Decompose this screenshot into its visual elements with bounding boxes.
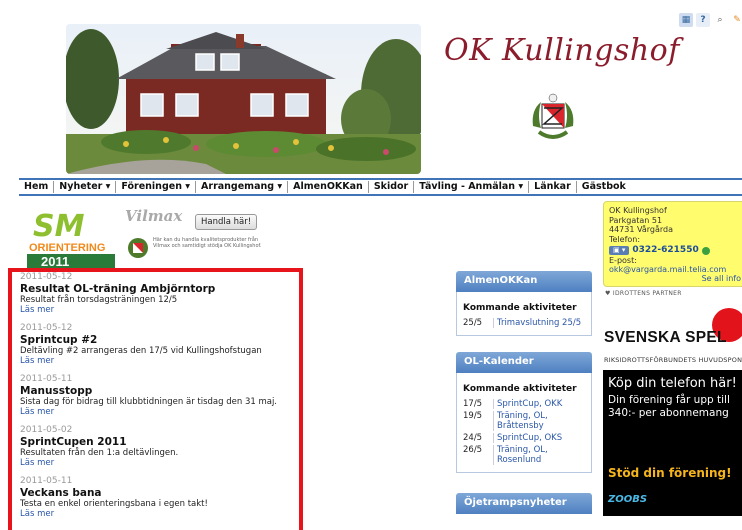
phone-ad-banner[interactable]: Köp din telefon här! Din förening får up…: [603, 370, 742, 516]
nav-item-lankar[interactable]: Länkar: [529, 181, 577, 193]
ol-calendar-widget: OL-Kalender Kommande aktiviteter 17/5 Sp…: [456, 352, 592, 473]
read-more-link[interactable]: Läs mer: [20, 356, 291, 367]
almen-widget: AlmenOKKan Kommande aktiviteter 25/5 Tri…: [456, 271, 592, 336]
news-desc: Testa en enkel orienteringsbana i egen t…: [20, 499, 208, 509]
nav-item-skidor[interactable]: Skidor: [369, 181, 415, 193]
main-nav: Hem Nyheter ▾ Föreningen ▾ Arrangemang ▾…: [19, 178, 742, 196]
news-desc: Resultat från torsdagsträningen 12/5: [20, 295, 178, 305]
partner-label: ♥ IDROTTENS PARTNER: [605, 290, 682, 297]
nav-item-almenokkan[interactable]: AlmenOKKan: [288, 181, 369, 193]
contact-street: Parkgatan 51: [609, 215, 663, 225]
activity-date: 26/5: [463, 445, 483, 455]
news-date: 2011-05-12: [20, 272, 73, 282]
header-photo: [66, 24, 421, 174]
utility-icons: ▦ ? ⌕ ✎: [679, 13, 742, 27]
ol-calendar-title[interactable]: OL-Kalender: [456, 352, 592, 373]
news-list: 2011-05-12 Resultat OL-träning Ambjörnto…: [8, 268, 303, 530]
read-more-link[interactable]: Läs mer: [20, 458, 291, 469]
read-more-link[interactable]: Läs mer: [20, 509, 291, 520]
riks-sponsor-text: RIKSIDROTTSFÖRBUNDETS HUVUDSPONSOR: [604, 356, 742, 364]
activity-row: 26/5 Träning, OL, Rosenlund: [463, 445, 585, 465]
ad-brand: ZOOBS: [608, 494, 648, 505]
news-item: 2011-05-12 Resultat OL-träning Ambjörnto…: [20, 272, 291, 316]
activity-link[interactable]: Träning, OL, Rosenlund: [493, 445, 585, 465]
nav-item-nyheter[interactable]: Nyheter ▾: [54, 181, 117, 193]
sitemap-icon[interactable]: ▦: [679, 13, 693, 27]
vilmax-brand: Vilmax: [125, 207, 183, 225]
activity-row: 17/5 SprintCup, OKK: [463, 399, 585, 409]
activity-date: 24/5: [463, 433, 483, 443]
activity-row: 19/5 Träning, OL, Bråttensby: [463, 411, 585, 431]
ad-subline: Din förening får upp till 340:- per abon…: [608, 394, 730, 419]
news-item: 2011-05-11 Manusstopp Sista dag för bidr…: [20, 374, 291, 418]
news-date: 2011-05-11: [20, 476, 73, 486]
see-all-info-link[interactable]: Se all info: [702, 274, 741, 284]
sm-text: SM: [33, 209, 85, 244]
activity-row: 24/5 SprintCup, OKS: [463, 433, 585, 443]
ojetramp-widget: Öjetrampsnyheter: [456, 493, 592, 514]
search-icon[interactable]: ⌕: [713, 13, 727, 27]
news-item: 2011-05-12 Sprintcup #2 Deltävling #2 ar…: [20, 323, 291, 367]
vilmax-club-icon: [127, 237, 149, 259]
news-date: 2011-05-12: [20, 323, 73, 333]
phone-row: ▣ ▾ 0322-621550: [609, 245, 710, 256]
news-item: 2011-05-11 Veckans bana Testa en enkel o…: [20, 476, 291, 520]
ol-calendar-body: Kommande aktiviteter 17/5 SprintCup, OKK…: [456, 373, 592, 473]
activity-row: 25/5 Trimavslutning 25/5: [463, 318, 585, 328]
news-item: 2011-05-02 SprintCupen 2011 Resultaten f…: [20, 425, 291, 469]
news-title[interactable]: Veckans bana: [20, 487, 291, 499]
almen-widget-body: Kommande aktiviteter 25/5 Trimavslutning…: [456, 292, 592, 336]
login-icon[interactable]: ✎: [730, 13, 742, 27]
svenska-spel-logo[interactable]: SVENSKA SPEL: [604, 302, 742, 350]
news-title[interactable]: Sprintcup #2: [20, 334, 291, 346]
ojetramp-widget-title[interactable]: Öjetrampsnyheter: [456, 493, 592, 514]
read-more-link[interactable]: Läs mer: [20, 407, 291, 418]
ad-headline: Köp din telefon här!: [608, 376, 737, 391]
call-icon[interactable]: [701, 246, 710, 255]
activity-date: 25/5: [463, 318, 483, 328]
svenska-spel-text: SVENSKA SPEL: [604, 329, 727, 346]
contact-phone-label: Telefon:: [609, 234, 641, 244]
almen-widget-subtitle: Kommande aktiviteter: [463, 303, 577, 313]
nav-item-foreningen[interactable]: Föreningen ▾: [116, 181, 197, 193]
nav-item-gastbok[interactable]: Gästbok: [577, 181, 631, 193]
contact-city: 44731 Vårgårda: [609, 225, 674, 234]
news-title[interactable]: Manusstopp: [20, 385, 291, 397]
activity-date: 19/5: [463, 411, 483, 421]
vilmax-banner[interactable]: Vilmax Handla här! Här kan du handla kva…: [123, 205, 265, 267]
contact-box: OK Kullingshof Parkgatan 51 44731 Vårgår…: [603, 201, 742, 287]
activity-link[interactable]: Trimavslutning 25/5: [493, 318, 581, 328]
site-title: OK Kullingshof: [444, 33, 680, 68]
almen-widget-title[interactable]: AlmenOKKan: [456, 271, 592, 292]
activity-link[interactable]: SprintCup, OKS: [493, 433, 562, 443]
news-date: 2011-05-11: [20, 374, 73, 384]
nav-item-tavling-anmalan[interactable]: Tävling - Anmälan ▾: [414, 181, 530, 193]
activity-link[interactable]: Träning, OL, Bråttensby: [493, 411, 585, 431]
news-desc: Deltävling #2 arrangeras den 17/5 vid Ku…: [20, 346, 262, 356]
orientering-text: ORIENTERING: [29, 242, 105, 254]
phone-dropdown[interactable]: ▣ ▾: [609, 246, 630, 256]
news-title[interactable]: SprintCupen 2011: [20, 436, 291, 448]
contact-name: OK Kullingshof: [609, 206, 667, 215]
nav-item-hem[interactable]: Hem: [19, 181, 55, 193]
ad-cta: Stöd din förening!: [608, 466, 732, 480]
news-desc: Resultaten från den 1:a deltävlingen.: [20, 448, 179, 458]
contact-email-label: E-post:: [609, 255, 637, 265]
help-icon[interactable]: ?: [696, 13, 710, 27]
phone-number[interactable]: 0322-621550: [632, 245, 698, 256]
vilmax-shop-button[interactable]: Handla här!: [195, 214, 258, 230]
news-date: 2011-05-02: [20, 425, 73, 435]
sm-orientering-banner[interactable]: SM ORIENTERING 2011: [25, 204, 117, 269]
year-text: 2011: [41, 254, 69, 268]
ol-calendar-subtitle: Kommande aktiviteter: [463, 384, 577, 394]
news-title[interactable]: Resultat OL-träning Ambjörntorp: [20, 283, 291, 295]
club-logo: [527, 92, 579, 144]
activity-date: 17/5: [463, 399, 483, 409]
activity-link[interactable]: SprintCup, OKK: [493, 399, 562, 409]
news-desc: Sista dag för bidrag till klubbtidningen…: [20, 397, 278, 407]
read-more-link[interactable]: Läs mer: [20, 305, 291, 316]
vilmax-small-text: Här kan du handla kvalitetsprodukter frå…: [153, 237, 262, 249]
nav-item-arrangemang[interactable]: Arrangemang ▾: [196, 181, 289, 193]
